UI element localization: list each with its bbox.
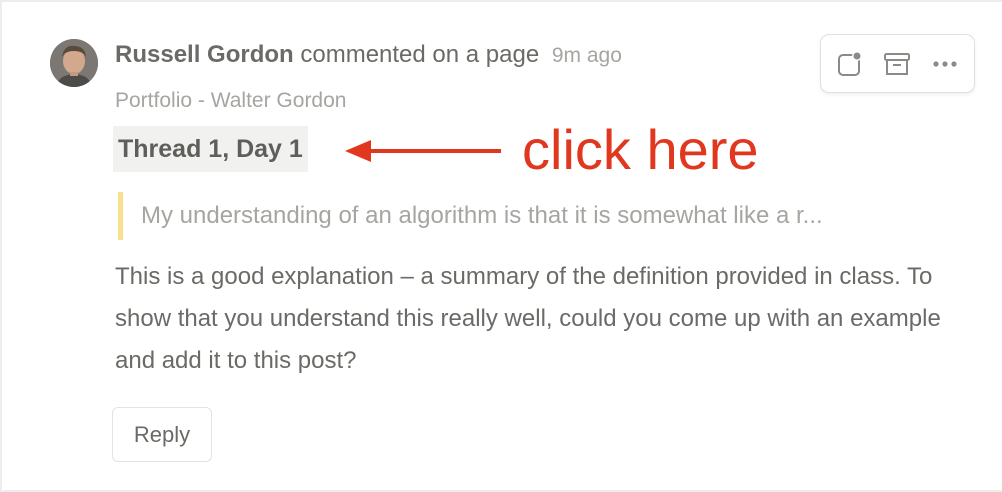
comment-card: Russell Gordon commented on a page 9m ag… [0,0,1002,492]
comment-action: commented on a page [300,41,540,68]
comment-header: Russell Gordon commented on a page 9m ag… [115,38,622,73]
quoted-text[interactable]: My understanding of an algorithm is that… [141,200,971,232]
reply-button[interactable]: Reply [112,407,212,462]
archive-button[interactable] [879,46,915,82]
more-icon [933,61,957,67]
comment-toolbar [820,34,975,93]
avatar-image [50,39,98,87]
resolve-button[interactable] [832,46,868,82]
quote-bar [118,192,123,240]
arrow-annotation-icon [345,140,501,162]
archive-icon [884,53,910,75]
more-options-button[interactable] [927,46,963,82]
click-here-annotation: click here [522,118,759,181]
comment-timestamp: 9m ago [551,44,622,67]
resolve-icon [838,51,862,76]
comment-body: This is a good explanation – a summary o… [115,263,941,374]
thread-link[interactable]: Thread 1, Day 1 [113,126,308,172]
avatar[interactable] [50,39,98,87]
author-name[interactable]: Russell Gordon [115,41,294,68]
page-breadcrumb[interactable]: Portfolio - Walter Gordon [115,86,346,116]
